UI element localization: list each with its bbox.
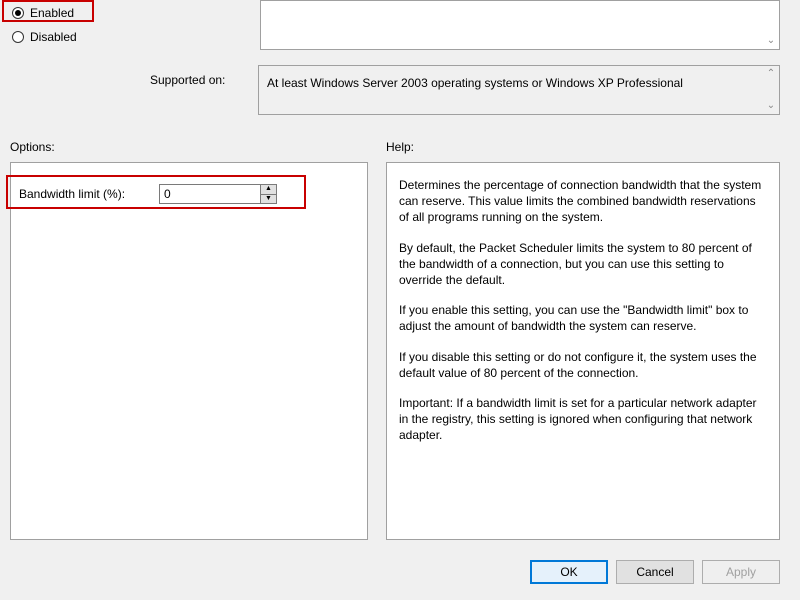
policy-editor-window: ⌄ Enabled Disabled Supported on: At leas…: [0, 0, 800, 600]
chevron-up-icon[interactable]: ⌃: [765, 68, 777, 80]
supported-on-text: At least Windows Server 2003 operating s…: [267, 76, 683, 90]
comment-textbox[interactable]: ⌄: [260, 0, 780, 50]
disabled-radio[interactable]: Disabled: [10, 28, 110, 46]
options-panel: Bandwidth limit (%): ▲ ▼: [10, 162, 368, 540]
chevron-down-icon[interactable]: ⌄: [765, 35, 777, 47]
options-section-label: Options:: [10, 140, 55, 154]
ok-button[interactable]: OK: [530, 560, 608, 584]
help-paragraph: Important: If a bandwidth limit is set f…: [399, 395, 767, 444]
supported-on-box: At least Windows Server 2003 operating s…: [258, 65, 780, 115]
help-panel: Determines the percentage of connection …: [386, 162, 780, 540]
cancel-button[interactable]: Cancel: [616, 560, 694, 584]
apply-button: Apply: [702, 560, 780, 584]
bandwidth-limit-row: Bandwidth limit (%): ▲ ▼: [19, 183, 277, 205]
help-paragraph: By default, the Packet Scheduler limits …: [399, 240, 767, 289]
bandwidth-limit-input[interactable]: [160, 185, 260, 203]
supported-on-label: Supported on:: [150, 73, 225, 87]
spinner-up-button[interactable]: ▲: [261, 185, 276, 195]
enabled-radio-label: Enabled: [30, 6, 74, 20]
bandwidth-limit-label: Bandwidth limit (%):: [19, 187, 159, 201]
radio-unchecked-icon: [12, 31, 24, 43]
bandwidth-limit-spinner[interactable]: ▲ ▼: [159, 184, 277, 204]
chevron-down-icon[interactable]: ⌄: [765, 100, 777, 112]
help-paragraph: Determines the percentage of connection …: [399, 177, 767, 226]
enabled-radio[interactable]: Enabled: [10, 4, 110, 22]
help-paragraph: If you disable this setting or do not co…: [399, 349, 767, 381]
state-radio-group: Enabled Disabled: [10, 4, 110, 52]
help-paragraph: If you enable this setting, you can use …: [399, 302, 767, 334]
spinner-down-button[interactable]: ▼: [261, 195, 276, 204]
help-section-label: Help:: [386, 140, 414, 154]
radio-checked-icon: [12, 7, 24, 19]
disabled-radio-label: Disabled: [30, 30, 77, 44]
dialog-button-row: OK Cancel Apply: [530, 560, 780, 584]
